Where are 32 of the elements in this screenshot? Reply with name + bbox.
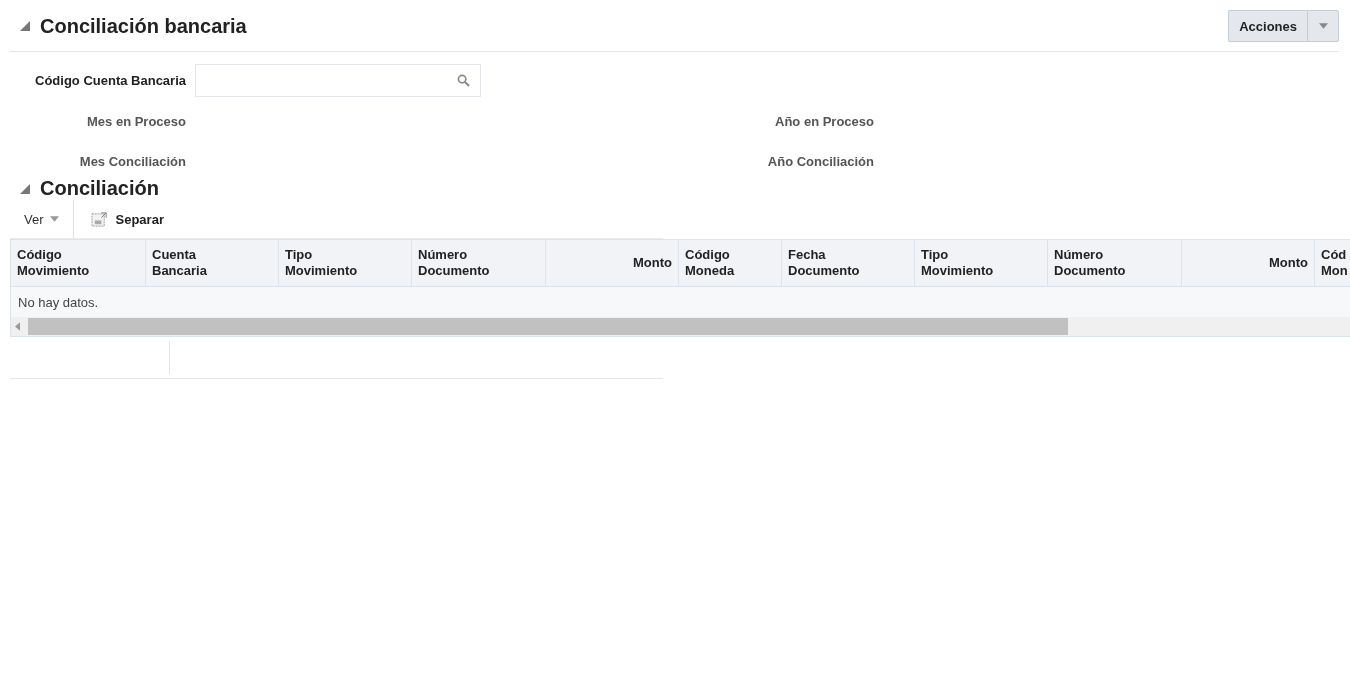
column-header[interactable]: Número Documento bbox=[412, 240, 546, 286]
column-header[interactable]: Tipo Movimiento bbox=[915, 240, 1048, 286]
column-header[interactable]: Código Moneda bbox=[679, 240, 782, 286]
field-label: Código Cuenta Bancaria bbox=[34, 73, 186, 88]
scroll-left-arrow-icon[interactable] bbox=[15, 322, 20, 331]
detach-button[interactable]: Separar bbox=[73, 210, 164, 228]
field-label: Mes en Proceso bbox=[86, 113, 186, 129]
column-header[interactable]: Cód Mon bbox=[1315, 240, 1350, 286]
page-title: Conciliación bancaria bbox=[40, 14, 247, 38]
collapse-triangle-icon[interactable] bbox=[20, 21, 30, 31]
view-menu[interactable]: Ver bbox=[10, 211, 73, 227]
caret-down-icon bbox=[49, 216, 59, 222]
column-header[interactable]: Número Documento bbox=[1048, 240, 1182, 286]
search-icon[interactable] bbox=[457, 74, 470, 87]
detach-icon bbox=[90, 210, 108, 228]
collapse-triangle-icon[interactable] bbox=[20, 183, 30, 194]
field-label: Año Conciliación bbox=[766, 153, 874, 169]
column-header[interactable]: Tipo Movimiento bbox=[279, 240, 412, 286]
section-title: Conciliación bbox=[40, 177, 159, 200]
column-header[interactable]: Código Movimiento bbox=[11, 240, 146, 286]
column-header[interactable]: Monto bbox=[1182, 240, 1315, 286]
column-header[interactable]: Fecha Documento bbox=[782, 240, 915, 286]
column-header[interactable]: Cuenta Bancaria bbox=[146, 240, 279, 286]
column-header[interactable]: Monto bbox=[546, 240, 679, 286]
actions-dropdown-button[interactable] bbox=[1307, 10, 1339, 42]
horizontal-scrollbar[interactable] bbox=[11, 317, 1350, 336]
search-field[interactable] bbox=[195, 64, 481, 97]
empty-message: No hay datos. bbox=[18, 294, 99, 310]
actions-button[interactable]: Acciones bbox=[1228, 10, 1307, 42]
caret-down-icon bbox=[1318, 23, 1328, 29]
field-label: Mes Conciliación bbox=[78, 153, 186, 169]
field-label: Año en Proceso bbox=[774, 113, 874, 129]
